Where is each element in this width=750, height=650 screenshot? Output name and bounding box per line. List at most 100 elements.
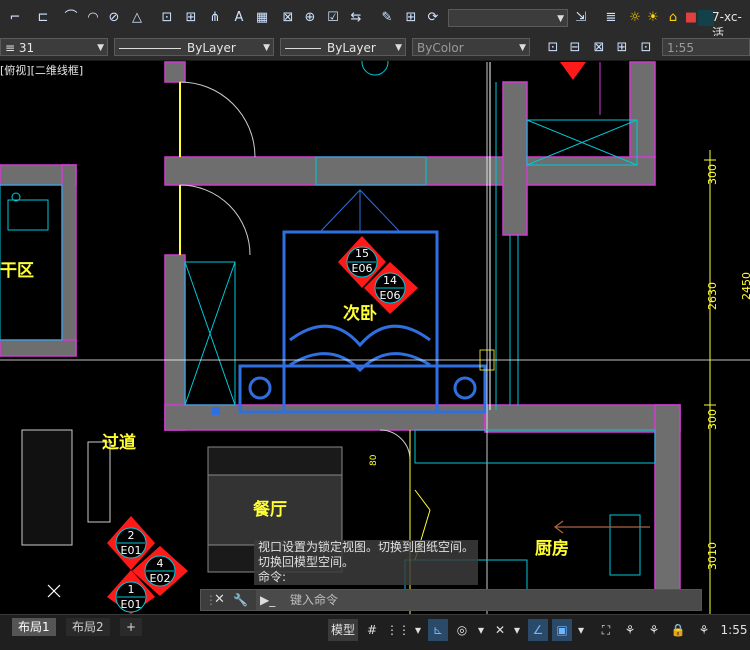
arc-icon[interactable]: ◠ (84, 9, 102, 27)
right-cabinet (526, 62, 638, 166)
linetype-value: ByLayer (187, 41, 236, 55)
tool-icon[interactable]: ⊠ (279, 9, 297, 27)
text-icon[interactable]: A (230, 9, 248, 27)
arc-icon[interactable]: ⌒ (62, 9, 80, 27)
scale-readout[interactable]: 1:55 (718, 619, 750, 641)
check-icon[interactable]: ☑ (324, 9, 342, 27)
pencil-icon[interactable]: ✎ (378, 9, 396, 27)
lock-icon[interactable]: 🔒 (668, 619, 688, 641)
annotation-icon[interactable]: ⚘ (620, 619, 640, 641)
tool-icon[interactable]: ▦ (253, 9, 271, 27)
chevron-down-icon[interactable]: ▾ (510, 619, 524, 641)
dim-2450: 2450 (740, 272, 750, 300)
zoom-icon[interactable]: ⊡ (637, 39, 655, 57)
chevron-down-icon[interactable]: ▾ (574, 619, 588, 641)
arrow (554, 520, 650, 534)
layer-manager-icon[interactable]: ≣ (602, 9, 620, 27)
bulb-icon[interactable]: ☼ (626, 9, 644, 27)
grip-marker (212, 407, 220, 415)
plus-circle-icon[interactable]: ⊕ (301, 9, 319, 27)
command-history-line: 命令: (258, 570, 287, 584)
tool-icon[interactable]: ⊞ (182, 9, 200, 27)
floor-plan: 300 2630 300 3010 2450 80 干区 次卧 过道 餐厅 厨房… (0, 61, 750, 614)
zoom-icon[interactable]: ⊟ (566, 39, 584, 57)
command-placeholder: 键入命令 (290, 593, 339, 607)
command-history-line: 切换回模型空间。 (258, 555, 355, 569)
dim-3010: 3010 (706, 542, 719, 570)
chevron-down-icon: ▼ (97, 43, 104, 53)
lineweight-value: ByLayer (327, 41, 376, 55)
selection-icon[interactable]: ▣ (552, 619, 572, 641)
dim-300a: 300 (706, 164, 719, 185)
chevron-down-icon[interactable]: ▾ (474, 619, 488, 641)
kitchen (404, 429, 656, 614)
linetype-sample (119, 48, 181, 49)
tool-icon[interactable]: ⊡ (158, 9, 176, 27)
tool-icon[interactable]: ⌐ (6, 9, 24, 27)
layer-combo[interactable]: ≡ 31 ▼ (0, 38, 108, 56)
close-icon[interactable]: ✕ (214, 590, 225, 610)
linetype-combo[interactable]: ByLayer ▼ (114, 38, 274, 56)
annotation-icon[interactable]: ⚘ (644, 619, 664, 641)
grid-icon[interactable]: # (362, 619, 382, 641)
circle-icon[interactable]: ⊘ (105, 9, 123, 27)
fullscreen-icon[interactable]: ⛶ (596, 619, 616, 641)
annotation-icon[interactable]: ⚘ (694, 619, 714, 641)
ortho-icon[interactable]: ⊾ (428, 619, 448, 641)
chevron-down-icon: ▼ (395, 43, 402, 53)
scale-value: 1:55 (667, 41, 694, 55)
refresh-icon[interactable]: ⟳ (424, 9, 442, 27)
lineweight-combo[interactable]: ByLayer ▼ (280, 38, 406, 56)
osnap-icon[interactable]: ✕ (490, 619, 510, 641)
wrench-icon[interactable]: 🔧 (233, 590, 248, 610)
tool-icon[interactable]: ⊞ (402, 9, 420, 27)
tool-icon[interactable]: ⇲ (572, 9, 590, 27)
sun-icon[interactable]: ☀ (644, 9, 662, 27)
room-label: 干区 (0, 261, 34, 281)
add-tab-icon[interactable]: + (120, 618, 143, 636)
lineweight-sample (285, 48, 321, 49)
tab-layout2[interactable]: 布局2 (66, 618, 110, 636)
tab-layout1[interactable]: 布局1 (12, 618, 56, 636)
style-combo[interactable]: ▼ (448, 9, 568, 27)
tag-num: 15 (355, 247, 369, 260)
prompt-icon: ▶_ (260, 593, 276, 607)
lock-icon[interactable]: ⌂ (664, 9, 682, 27)
triangle-icon[interactable]: △ (128, 9, 146, 27)
room-label: 过道 (102, 432, 136, 453)
model-button[interactable]: 模型 (328, 619, 358, 641)
x-marker (47, 584, 61, 598)
snap-icon[interactable]: ⋮⋮ (386, 619, 410, 641)
hallway (21, 429, 111, 546)
tag-code: E06 (352, 262, 373, 275)
command-input[interactable]: ▶_ 键入命令 (256, 590, 701, 610)
room-label: 厨房 (535, 538, 569, 559)
polar-icon[interactable]: ◎ (452, 619, 472, 641)
angle-icon[interactable]: ∠ (528, 619, 548, 641)
command-line: ⋮ ✕ 🔧 ▶_ 键入命令 (200, 589, 702, 611)
color-combo[interactable]: ByColor ▼ (412, 38, 530, 56)
bed (238, 189, 487, 414)
chevron-down-icon[interactable]: ▾ (410, 619, 426, 641)
tag-num: 2 (128, 529, 135, 542)
tag-code: E01 (121, 598, 142, 611)
zoom-icon[interactable]: ⊞ (613, 39, 631, 57)
command-history: 视口设置为锁定视图。切换到图纸空间。 切换回模型空间。 命令: (254, 540, 479, 585)
zoom-icon[interactable]: ⊡ (544, 39, 562, 57)
dim-80: 80 (369, 454, 379, 466)
chevron-down-icon: ▼ (519, 43, 526, 53)
viewport-label[interactable]: [俯视][二维线框] (0, 62, 83, 78)
drawing-canvas[interactable]: 300 2630 300 3010 2450 80 干区 次卧 过道 餐厅 厨房… (0, 61, 750, 614)
tag-num: 14 (383, 274, 397, 287)
tag-num: 4 (157, 557, 164, 570)
tool-icon[interactable]: ⊏ (34, 9, 52, 27)
dim-2630: 2630 (706, 282, 719, 310)
properties-toolbar: ≡ 31 ▼ ByLayer ▼ ByLayer ▼ ByColor ▼ ⊡ ⊟… (0, 36, 750, 61)
zoom-icon[interactable]: ⊠ (590, 39, 608, 57)
command-history-line: 视口设置为锁定视图。切换到图纸空间。 (258, 540, 475, 554)
room-label: 次卧 (343, 303, 377, 324)
scale-combo[interactable]: 1:55 (662, 38, 750, 56)
tool-icon[interactable]: ⋔ (206, 9, 224, 27)
tool-icon[interactable]: ⇆ (347, 9, 365, 27)
room-label: 餐厅 (253, 499, 287, 520)
